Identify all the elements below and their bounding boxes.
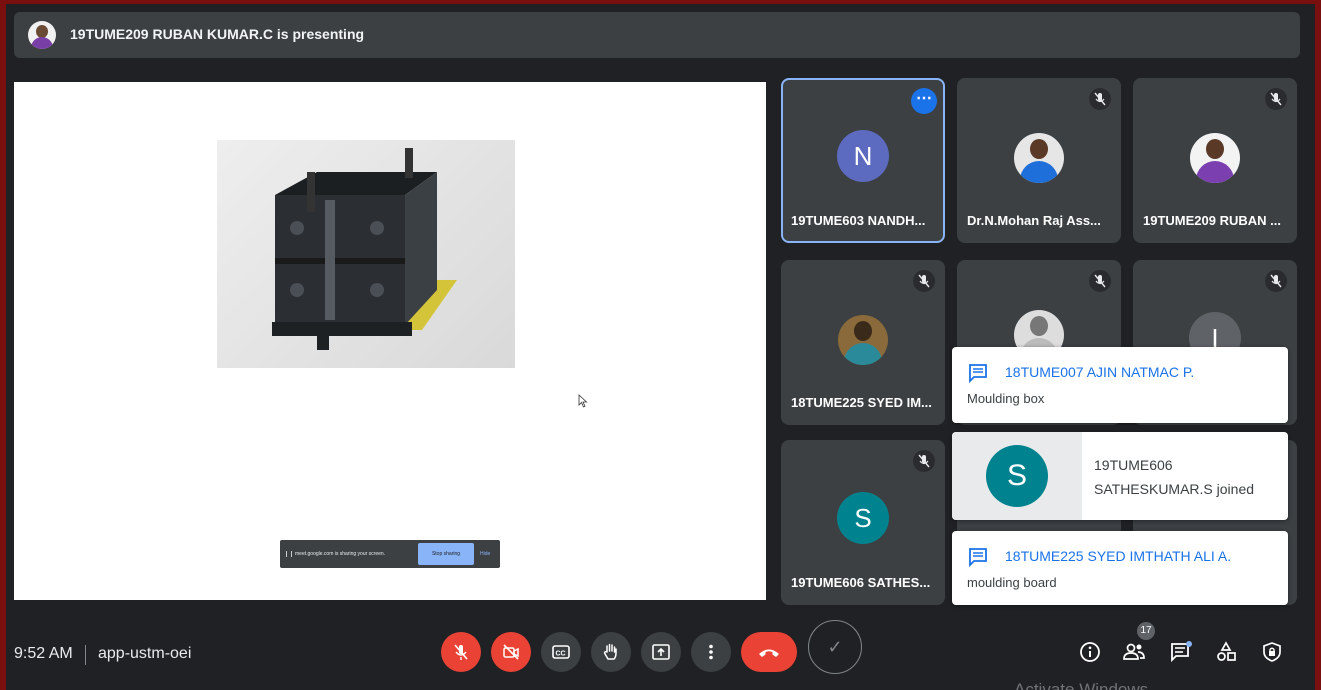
chat-notification[interactable]: 18TUME225 SYED IMTHATH ALI A. moulding b… (952, 531, 1288, 605)
moulding-box-image (217, 140, 515, 368)
activate-windows-watermark: Activate Windows (1014, 680, 1149, 690)
mic-off-icon (913, 450, 935, 472)
hand-icon (603, 643, 617, 660)
presenting-bar: 19TUME209 RUBAN KUMAR.C is presenting (14, 12, 1300, 58)
closed-captions-icon: CC (552, 645, 570, 659)
chat-sender: 18TUME225 SYED IMTHATH ALI A. (1005, 548, 1232, 564)
checkmark-icon: ✓ (808, 620, 862, 674)
chat-message: moulding board (967, 575, 1057, 590)
join-notification: S 19TUME606 SATHESKUMAR.S joined (952, 432, 1288, 520)
avatar (1014, 133, 1064, 183)
captions-button[interactable]: CC (541, 632, 581, 672)
share-notice-text: meet.google.com is sharing your screen. (295, 551, 386, 557)
more-options-button[interactable] (691, 632, 731, 672)
avatar: N (837, 130, 889, 182)
avatar (1190, 133, 1240, 183)
chat-notification[interactable]: 18TUME007 AJIN NATMAC P. Moulding box (952, 347, 1288, 423)
participant-tile[interactable]: 19TUME209 RUBAN ... (1133, 78, 1297, 243)
participant-name: 19TUME606 SATHES... (791, 575, 931, 590)
avatar (838, 315, 888, 365)
participant-tile[interactable]: S 19TUME606 SATHES... (781, 440, 945, 605)
mic-off-icon (1265, 88, 1287, 110)
host-controls-button[interactable] (1260, 640, 1284, 664)
stop-sharing-button[interactable]: Stop sharing (418, 543, 474, 565)
camera-toggle-button[interactable] (491, 632, 531, 672)
participant-name: Dr.N.Mohan Raj Ass... (967, 213, 1101, 228)
end-call-button[interactable] (741, 632, 797, 672)
mic-off-icon (454, 644, 468, 660)
chat-message: Moulding box (967, 391, 1045, 406)
chat-sender: 18TUME007 AJIN NATMAC P. (1005, 364, 1195, 380)
participants-button[interactable] (1122, 640, 1146, 664)
shared-screen: meet.google.com is sharing your screen. … (14, 82, 766, 600)
microphone-toggle-button[interactable] (441, 632, 481, 672)
participant-name: 19TUME603 NANDH... (791, 213, 926, 228)
shield-lock-icon (1263, 642, 1281, 662)
mic-off-icon (1265, 270, 1287, 292)
join-text-line1: 19TUME606 (1094, 457, 1173, 473)
participant-count-badge: 17 (1137, 622, 1155, 640)
mouse-cursor-icon (578, 394, 588, 408)
chat-icon (1171, 641, 1192, 663)
divider (85, 645, 86, 665)
info-icon (1080, 642, 1100, 662)
svg-text:CC: CC (556, 651, 566, 658)
chat-message-icon (969, 548, 987, 567)
presenting-label: 19TUME209 RUBAN KUMAR.C is presenting (70, 26, 365, 42)
participant-tile[interactable]: ⋯ N 19TUME603 NANDH... (781, 78, 945, 243)
present-icon (652, 644, 670, 660)
meeting-time: 9:52 AM (14, 645, 73, 662)
more-options-icon[interactable]: ⋯ (911, 88, 937, 114)
hide-button[interactable]: Hide (480, 551, 490, 557)
mic-off-icon (1089, 88, 1111, 110)
participant-tile[interactable]: 18TUME225 SYED IM... (781, 260, 945, 425)
activities-icon (1217, 641, 1236, 661)
chat-message-icon (969, 364, 987, 383)
meeting-details-button[interactable] (1078, 640, 1102, 664)
mic-off-icon (913, 270, 935, 292)
activities-button[interactable] (1214, 640, 1238, 664)
avatar: S (837, 492, 889, 544)
presenter-avatar (28, 21, 56, 49)
participant-tile[interactable]: Dr.N.Mohan Raj Ass... (957, 78, 1121, 243)
participant-name: 18TUME225 SYED IM... (791, 395, 932, 410)
avatar: S (986, 445, 1048, 507)
more-vert-icon (709, 644, 713, 660)
meeting-code: app-ustm-oei (98, 645, 192, 662)
raise-hand-button[interactable] (591, 632, 631, 672)
screen-share-notice: meet.google.com is sharing your screen. … (280, 540, 500, 568)
phone-hangup-icon (759, 649, 779, 657)
participant-name: 19TUME209 RUBAN ... (1143, 213, 1281, 228)
chat-button[interactable] (1169, 640, 1193, 664)
meet-window: 19TUME209 RUBAN KUMAR.C is presenting me… (6, 4, 1315, 690)
join-text-line2: SATHESKUMAR.S joined (1094, 481, 1255, 497)
people-icon (1123, 643, 1145, 660)
camera-off-icon (503, 644, 519, 660)
present-now-button[interactable] (641, 632, 681, 672)
pause-icon (286, 551, 292, 557)
mic-off-icon (1089, 270, 1111, 292)
